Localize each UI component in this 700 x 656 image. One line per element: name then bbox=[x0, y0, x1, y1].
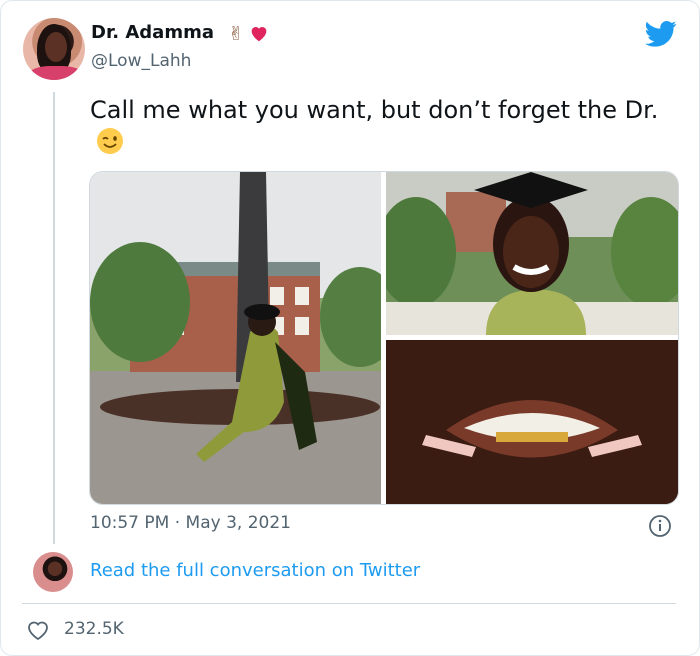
avatar-shirt bbox=[29, 66, 83, 80]
name-emojis: ✌ bbox=[228, 22, 270, 46]
victory-hand-icon: ✌ bbox=[228, 23, 244, 45]
winking-face-icon bbox=[97, 128, 123, 154]
grill-photo-art bbox=[386, 340, 678, 504]
courtyard-photo-art bbox=[90, 172, 381, 462]
conversation-avatar[interactable] bbox=[33, 552, 73, 592]
divider bbox=[22, 603, 676, 604]
tweet-media-grid[interactable] bbox=[89, 171, 679, 505]
tweet-text: Call me what you want, but don’t forget … bbox=[90, 94, 680, 158]
read-conversation-link[interactable]: Read the full conversation on Twitter bbox=[90, 560, 420, 581]
red-heart-icon bbox=[251, 27, 267, 42]
heart-like-icon[interactable] bbox=[26, 619, 50, 641]
author-name[interactable]: Dr. Adamma bbox=[91, 22, 214, 43]
info-icon[interactable] bbox=[648, 514, 672, 538]
cap-photo-art bbox=[386, 172, 678, 335]
tweet-text-body: Call me what you want, but don’t forget … bbox=[90, 96, 659, 124]
graduate-seated-in-courtyard-photo[interactable] bbox=[90, 172, 381, 504]
tweet-timestamp[interactable]: 10:57 PM · May 3, 2021 bbox=[90, 513, 291, 533]
thread-line bbox=[53, 92, 55, 544]
gold-grill-teeth-closeup-photo[interactable] bbox=[386, 340, 678, 504]
author-handle[interactable]: @Low_Lahh bbox=[91, 51, 191, 71]
like-count[interactable]: 232.5K bbox=[64, 619, 124, 639]
author-avatar[interactable] bbox=[23, 18, 85, 80]
avatar-face bbox=[45, 32, 67, 62]
twitter-bird-icon[interactable] bbox=[645, 20, 677, 48]
graduate-smiling-cap-photo[interactable] bbox=[386, 172, 678, 335]
